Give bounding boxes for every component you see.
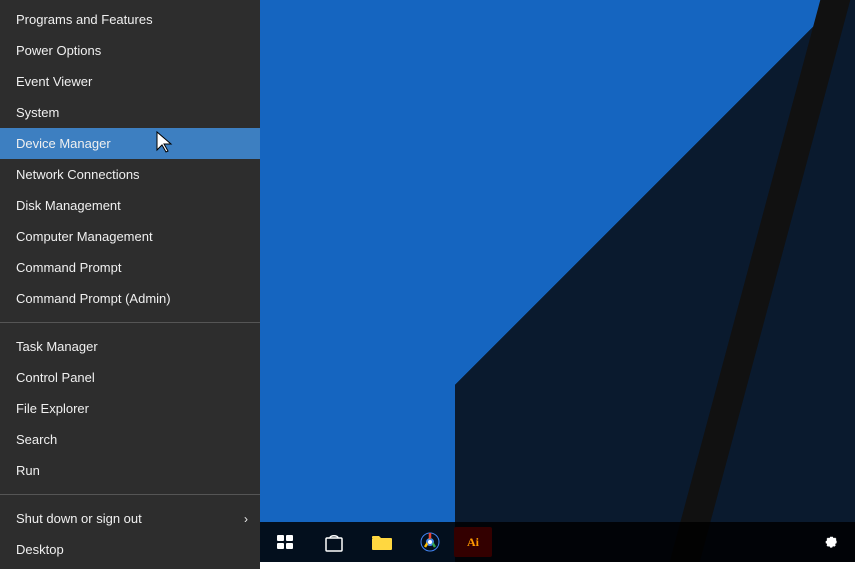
menu-item-shut-down[interactable]: Shut down or sign out › <box>0 503 260 534</box>
chrome-icon <box>420 532 440 552</box>
menu-section-3: Shut down or sign out › Desktop <box>0 499 260 569</box>
menu-item-command-prompt[interactable]: Command Prompt <box>0 252 260 283</box>
menu-item-task-manager[interactable]: Task Manager <box>0 331 260 362</box>
menu-item-computer-management[interactable]: Computer Management <box>0 221 260 252</box>
file-explorer-icon <box>372 534 392 550</box>
system-tray <box>815 522 855 562</box>
chrome-button[interactable] <box>406 522 454 562</box>
menu-item-power-options[interactable]: Power Options <box>0 35 260 66</box>
menu-item-programs-features[interactable]: Programs and Features <box>0 4 260 35</box>
store-icon <box>325 532 343 552</box>
menu-item-control-panel[interactable]: Control Panel <box>0 362 260 393</box>
settings-tray-icon[interactable] <box>815 522 847 562</box>
menu-item-run[interactable]: Run <box>0 455 260 486</box>
context-menu: Programs and Features Power Options Even… <box>0 0 260 569</box>
menu-section-1: Programs and Features Power Options Even… <box>0 0 260 318</box>
shut-down-arrow-icon: › <box>244 512 248 526</box>
task-view-icon <box>277 535 295 549</box>
menu-divider-2 <box>0 494 260 495</box>
menu-item-network-connections[interactable]: Network Connections <box>0 159 260 190</box>
menu-item-event-viewer[interactable]: Event Viewer <box>0 66 260 97</box>
gear-icon <box>823 534 839 550</box>
menu-item-command-prompt-admin[interactable]: Command Prompt (Admin) <box>0 283 260 314</box>
menu-item-search[interactable]: Search <box>0 424 260 455</box>
task-view-button[interactable] <box>262 522 310 562</box>
menu-section-2: Task Manager Control Panel File Explorer… <box>0 327 260 490</box>
menu-divider-1 <box>0 322 260 323</box>
illustrator-button[interactable]: Ai <box>454 527 492 557</box>
menu-item-disk-management[interactable]: Disk Management <box>0 190 260 221</box>
file-explorer-button[interactable] <box>358 522 406 562</box>
menu-item-system[interactable]: System <box>0 97 260 128</box>
menu-item-device-manager[interactable]: Device Manager <box>0 128 260 159</box>
menu-item-desktop[interactable]: Desktop <box>0 534 260 565</box>
menu-item-file-explorer[interactable]: File Explorer <box>0 393 260 424</box>
illustrator-icon: Ai <box>467 535 479 550</box>
taskbar-pinned-items: Ai <box>262 522 492 562</box>
store-button[interactable] <box>310 522 358 562</box>
